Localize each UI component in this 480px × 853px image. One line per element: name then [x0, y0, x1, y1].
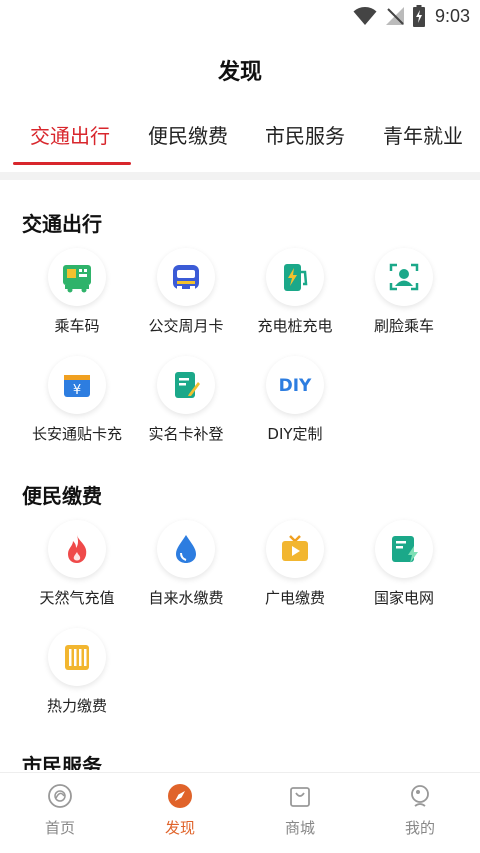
service-item-face-scan[interactable]: 刷脸乘车: [349, 248, 459, 344]
service-item-state-grid[interactable]: 国家电网: [349, 520, 459, 616]
flame-icon: [48, 520, 106, 578]
service-item-realname[interactable]: 实名卡补登: [131, 356, 241, 452]
tab-transport[interactable]: 交通出行: [30, 120, 110, 149]
service-label: 刷脸乘车: [373, 317, 434, 335]
service-item-water[interactable]: 自来水缴费: [131, 520, 241, 616]
section-title-transport: 交通出行: [22, 212, 102, 236]
category-tabs: 交通出行 便民缴费 市民服务 青年就业: [0, 112, 480, 168]
svg-text:DIY: DIY: [279, 376, 312, 396]
service-label: 充电桩充电: [257, 317, 333, 335]
compass-icon: [168, 784, 192, 808]
nav-label: 首页: [44, 819, 75, 837]
bus-code-icon: [48, 248, 106, 306]
wifi-icon: [353, 7, 377, 25]
nav-home[interactable]: 首页: [0, 783, 120, 843]
section-title-citizen: 市民服务: [22, 754, 102, 770]
service-item-charging[interactable]: 充电桩充电: [240, 248, 350, 344]
power-grid-icon: [375, 520, 433, 578]
service-label: 广电缴费: [264, 589, 325, 607]
nav-discover[interactable]: 发现: [120, 783, 240, 843]
shopping-bag-icon: [290, 787, 310, 807]
nav-mall[interactable]: 商城: [240, 783, 360, 843]
service-item-heating[interactable]: 热力缴费: [22, 628, 132, 724]
bus-card-icon: [157, 248, 215, 306]
page-title: 发现: [217, 60, 262, 85]
service-item-bus-code[interactable]: 乘车码: [22, 248, 132, 344]
wallet-yuan-icon: ¥: [48, 356, 106, 414]
service-label: 热力缴费: [46, 697, 107, 715]
tab-citizen-service[interactable]: 市民服务: [265, 120, 345, 149]
diy-icon: DIY: [266, 356, 324, 414]
tab-payment[interactable]: 便民缴费: [148, 120, 228, 149]
nav-label: 我的: [404, 819, 435, 837]
active-tab-indicator: [13, 162, 131, 165]
bottom-nav: 首页 发现 商城 我的: [0, 772, 480, 853]
nav-label: 发现: [164, 819, 195, 837]
edit-card-icon: [157, 356, 215, 414]
service-label: 国家电网: [373, 589, 434, 607]
service-list[interactable]: 交通出行 乘车码 公交周月卡 充电桩充电 刷脸乘车 ¥ 长安通贴卡充 实名卡补登…: [0, 180, 480, 770]
service-item-tv[interactable]: 广电缴费: [240, 520, 350, 616]
service-item-diy[interactable]: DIY DIY定制: [240, 356, 350, 452]
home-icon: [48, 784, 72, 808]
nav-label: 商城: [284, 819, 315, 837]
signal-off-icon: [385, 7, 404, 25]
service-label: 天然气充值: [39, 589, 115, 607]
service-item-card-topup[interactable]: ¥ 长安通贴卡充: [22, 356, 132, 452]
nav-profile[interactable]: 我的: [360, 783, 480, 843]
charging-pile-icon: [266, 248, 324, 306]
tv-icon: [266, 520, 324, 578]
service-label: DIY定制: [267, 425, 323, 443]
service-item-bus-card[interactable]: 公交周月卡: [131, 248, 241, 344]
section-title-payment: 便民缴费: [22, 484, 102, 508]
service-label: 长安通贴卡充: [31, 425, 122, 443]
svg-text:¥: ¥: [73, 383, 81, 398]
status-icons: 9:03: [353, 4, 470, 28]
service-label: 公交周月卡: [148, 317, 224, 335]
service-label: 自来水缴费: [148, 589, 224, 607]
face-scan-icon: [375, 248, 433, 306]
water-drop-icon: [157, 520, 215, 578]
status-time: 9:03: [434, 5, 470, 26]
status-bar: 9:03: [0, 0, 480, 34]
battery-charging-icon: [412, 5, 425, 27]
tab-youth-employment[interactable]: 青年就业: [383, 120, 463, 149]
profile-icon: [411, 785, 429, 807]
service-label: 实名卡补登: [148, 425, 224, 443]
divider: [0, 172, 480, 180]
radiator-icon: [48, 628, 106, 686]
service-label: 乘车码: [54, 317, 100, 335]
service-item-gas[interactable]: 天然气充值: [22, 520, 132, 616]
